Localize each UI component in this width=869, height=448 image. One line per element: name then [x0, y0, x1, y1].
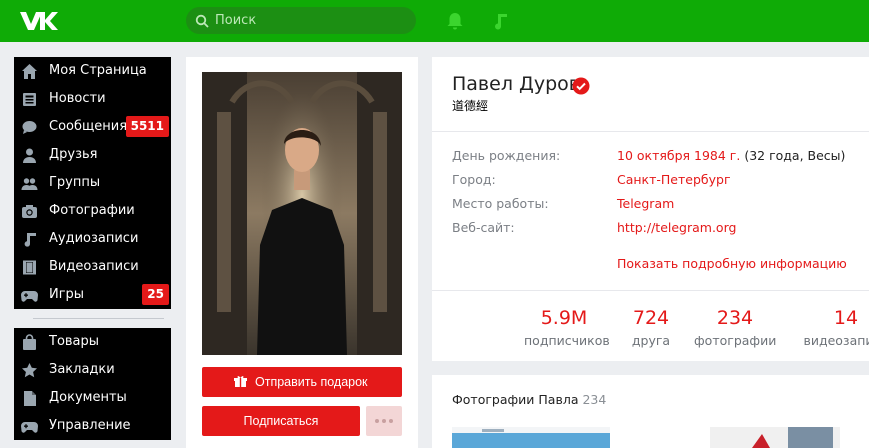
group-icon [21, 178, 38, 190]
verified-icon [572, 77, 590, 95]
photos-count: 234 [582, 392, 607, 407]
avatar-photo-image [202, 72, 402, 355]
sidebar-item-goods[interactable]: Товары [14, 328, 171, 356]
sidebar-item-audio[interactable]: Аудиозаписи [14, 225, 171, 253]
music-icon [24, 233, 36, 247]
sidebar-item-bookmarks[interactable]: Закладки [14, 356, 171, 384]
thumbnail-image [452, 427, 610, 448]
sidebar-main-menu: Моя Страница Новости Сообщения 5511 Друзь… [14, 57, 171, 309]
photos-title: Фотографии Павла [452, 392, 579, 407]
counter-label: видеозаписи [803, 333, 869, 348]
sidebar-item-label: Новости [49, 91, 106, 106]
counter-label: фотографии [694, 333, 777, 348]
counter-number: 724 [632, 307, 670, 329]
bell-icon[interactable] [444, 10, 466, 32]
profile-avatar[interactable] [202, 72, 402, 355]
sidebar-item-label: Друзья [49, 147, 98, 162]
sidebar-item-documents[interactable]: Документы [14, 384, 171, 412]
more-actions-button[interactable] [366, 406, 402, 436]
sidebar-item-my-page[interactable]: Моя Страница [14, 57, 171, 85]
vk-logo-icon[interactable] [18, 9, 58, 33]
profile-status: 道德經 [452, 99, 489, 113]
sidebar-item-label: Аудиозаписи [49, 231, 139, 246]
sidebar-item-label: Управление [49, 418, 131, 433]
divider [432, 131, 869, 132]
thumbnail-image [710, 427, 869, 448]
counter-videos[interactable]: 14 видеозаписи [802, 307, 869, 348]
photos-section-title[interactable]: Фотографии Павла 234 [452, 392, 606, 407]
birthday-date: 10 октября 1984 г. [617, 148, 741, 163]
sidebar-item-photos[interactable]: Фотографии [14, 197, 171, 225]
counter-label: друга [631, 333, 671, 348]
sidebar-item-news[interactable]: Новости [14, 85, 171, 113]
bag-icon [23, 334, 36, 350]
document-icon [24, 391, 36, 406]
games-count-badge: 25 [142, 284, 169, 305]
user-icon [23, 148, 36, 163]
search-input[interactable] [215, 7, 405, 34]
photo-thumbnail[interactable] [452, 427, 610, 448]
sidebar-item-label: Группы [49, 175, 101, 190]
gamepad-icon [21, 291, 38, 302]
photo-thumbnail[interactable] [710, 427, 869, 448]
dot-icon [389, 419, 393, 423]
info-value-link[interactable]: Telegram [617, 196, 674, 211]
search-icon [195, 14, 209, 28]
sidebar-item-friends[interactable]: Друзья [14, 141, 171, 169]
film-icon [23, 260, 36, 275]
info-value-link[interactable]: 10 октября 1984 г. (32 года, Весы) [617, 148, 845, 163]
sidebar-item-messages[interactable]: Сообщения 5511 [14, 113, 171, 141]
gift-icon [234, 376, 247, 387]
sidebar-item-label: Игры [49, 287, 85, 302]
birthday-age: (32 года, Весы) [740, 148, 846, 163]
send-gift-label: Отправить подарок [255, 375, 368, 389]
info-key: Город: [452, 172, 496, 187]
gamepad-icon [21, 422, 38, 433]
info-key: Веб-сайт: [452, 220, 515, 235]
star-icon [22, 363, 37, 378]
camera-icon [22, 205, 37, 218]
info-value-link[interactable]: Санкт-Петербург [617, 172, 731, 187]
photos-section: Фотографии Павла 234 [432, 375, 869, 448]
profile-photo-card: Отправить подарок Подписаться [186, 57, 418, 448]
divider [432, 290, 869, 291]
profile-info-card: Павел Дуров 道德經 День рождения: 10 октябр… [432, 57, 869, 361]
top-header [0, 0, 869, 42]
dot-icon [375, 419, 379, 423]
sidebar-item-label: Сообщения [49, 119, 128, 134]
messages-count-badge: 5511 [125, 116, 169, 137]
counter-number: 5.9M [540, 307, 588, 329]
profile-name: Павел Дуров [452, 73, 580, 95]
counter-number: 14 [833, 307, 859, 329]
counter-label: подписчиков [524, 333, 610, 348]
sidebar-item-label: Видеозаписи [49, 259, 139, 274]
info-value-link[interactable]: http://telegram.org [617, 220, 736, 235]
sidebar-item-label: Моя Страница [49, 63, 147, 78]
counter-friends[interactable]: 724 друга [618, 307, 684, 348]
show-more-info-link[interactable]: Показать подробную информацию [617, 256, 847, 271]
sidebar-item-groups[interactable]: Группы [14, 169, 171, 197]
sidebar-item-label: Товары [49, 334, 100, 349]
news-icon [23, 93, 36, 106]
music-note-icon[interactable] [490, 10, 512, 32]
subscribe-button[interactable]: Подписаться [202, 406, 360, 436]
sidebar-secondary-menu: Товары Закладки Документы Управление [14, 328, 171, 440]
info-key: День рождения: [452, 148, 561, 163]
dot-icon [382, 419, 386, 423]
search-box[interactable] [186, 7, 416, 34]
sidebar-item-video[interactable]: Видеозаписи [14, 253, 171, 281]
send-gift-button[interactable]: Отправить подарок [202, 367, 402, 397]
sidebar-item-management[interactable]: Управление [14, 412, 171, 440]
sidebar-item-label: Закладки [49, 362, 115, 377]
sidebar-item-label: Документы [49, 390, 127, 405]
sidebar-divider [33, 318, 164, 319]
counter-photos[interactable]: 234 фотографии [694, 307, 776, 348]
sidebar-item-games[interactable]: Игры 25 [14, 281, 171, 309]
counter-followers[interactable]: 5.9M подписчиков [524, 307, 610, 348]
home-icon [22, 64, 37, 79]
sidebar-item-label: Фотографии [49, 203, 135, 218]
info-key: Место работы: [452, 196, 549, 211]
chat-icon [22, 121, 37, 134]
counter-number: 234 [716, 307, 754, 329]
